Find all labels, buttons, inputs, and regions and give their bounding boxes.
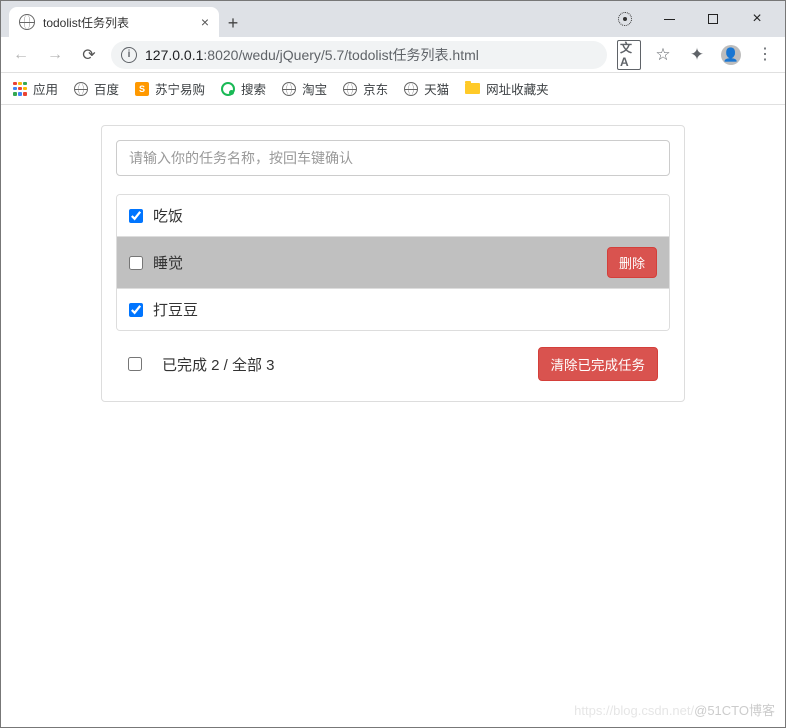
task-checkbox[interactable] xyxy=(129,303,143,317)
globe-icon xyxy=(343,82,357,96)
translate-icon[interactable]: 文A xyxy=(617,43,641,67)
clear-completed-button[interactable]: 清除已完成任务 xyxy=(538,347,659,381)
close-window-button[interactable]: × xyxy=(735,5,779,33)
minimize-button[interactable] xyxy=(647,5,691,33)
close-icon[interactable]: × xyxy=(201,14,209,30)
bookmark-taobao[interactable]: 淘宝 xyxy=(282,79,327,98)
task-label: 打豆豆 xyxy=(153,299,198,320)
browser-titlebar: todolist任务列表 × + × xyxy=(1,1,785,37)
page-content: 吃饭 睡觉 删除 打豆豆 已完成 2 / 全部 3 清除已完成任务 xyxy=(1,105,785,402)
delete-button[interactable]: 删除 xyxy=(607,247,657,278)
bookmark-label: 淘宝 xyxy=(302,79,327,98)
task-label: 睡觉 xyxy=(153,252,183,273)
task-input[interactable] xyxy=(116,140,670,176)
watermark: https://blog.csdn.net/@51CTO博客 xyxy=(574,700,775,719)
extensions-icon[interactable]: ✦ xyxy=(685,43,709,67)
todo-footer: 已完成 2 / 全部 3 清除已完成任务 xyxy=(116,331,670,387)
task-checkbox[interactable] xyxy=(129,209,143,223)
forward-button[interactable]: → xyxy=(43,43,67,67)
bookmark-baidu[interactable]: 百度 xyxy=(74,79,119,98)
folder-icon xyxy=(465,83,480,94)
bookmark-search[interactable]: 搜索 xyxy=(221,79,266,98)
task-label: 吃饭 xyxy=(153,205,183,226)
bookmark-jd[interactable]: 京东 xyxy=(343,79,388,98)
apps-icon xyxy=(13,82,27,96)
bookmarks-bar: 应用 百度 S 苏宁易购 搜索 淘宝 京东 天猫 网址收藏夹 xyxy=(1,73,785,105)
bookmark-label: 百度 xyxy=(94,79,119,98)
bookmark-label: 网址收藏夹 xyxy=(486,79,549,98)
bookmark-folder[interactable]: 网址收藏夹 xyxy=(465,79,549,98)
globe-icon xyxy=(74,82,88,96)
list-item: 吃饭 xyxy=(117,195,669,237)
site-info-icon[interactable]: i xyxy=(121,47,137,63)
apps-shortcut[interactable]: 应用 xyxy=(13,79,58,98)
tab-title: todolist任务列表 xyxy=(43,14,129,31)
qihoo-icon xyxy=(221,82,235,96)
suning-icon: S xyxy=(135,82,149,96)
back-button[interactable]: ← xyxy=(9,43,33,67)
menu-icon[interactable]: ⋮ xyxy=(753,43,777,67)
globe-icon xyxy=(282,82,296,96)
list-item: 打豆豆 xyxy=(117,289,669,330)
url-text: 127.0.0.1:8020/wedu/jQuery/5.7/todolist任… xyxy=(145,45,479,65)
account-indicator-icon[interactable] xyxy=(603,5,647,33)
address-bar[interactable]: i 127.0.0.1:8020/wedu/jQuery/5.7/todolis… xyxy=(111,41,607,69)
bookmark-label: 应用 xyxy=(33,79,58,98)
bookmark-suning[interactable]: S 苏宁易购 xyxy=(135,79,205,98)
reload-button[interactable]: ⟳ xyxy=(77,43,101,67)
todo-panel: 吃饭 睡觉 删除 打豆豆 已完成 2 / 全部 3 清除已完成任务 xyxy=(101,125,685,402)
bookmark-label: 搜索 xyxy=(241,79,266,98)
globe-icon xyxy=(19,14,35,30)
select-all-checkbox[interactable] xyxy=(128,357,142,371)
profile-avatar[interactable]: 👤 xyxy=(719,43,743,67)
task-checkbox[interactable] xyxy=(129,256,143,270)
bookmark-tmall[interactable]: 天猫 xyxy=(404,79,449,98)
bookmark-label: 苏宁易购 xyxy=(155,79,205,98)
bookmark-star-icon[interactable]: ☆ xyxy=(651,43,675,67)
browser-toolbar: ← → ⟳ i 127.0.0.1:8020/wedu/jQuery/5.7/t… xyxy=(1,37,785,73)
footer-status: 已完成 2 / 全部 3 xyxy=(162,354,275,375)
new-tab-button[interactable]: + xyxy=(219,9,247,37)
globe-icon xyxy=(404,82,418,96)
task-list: 吃饭 睡觉 删除 打豆豆 xyxy=(116,194,670,331)
browser-tab[interactable]: todolist任务列表 × xyxy=(9,7,219,37)
list-item: 睡觉 删除 xyxy=(117,237,669,289)
maximize-button[interactable] xyxy=(691,5,735,33)
bookmark-label: 天猫 xyxy=(424,79,449,98)
bookmark-label: 京东 xyxy=(363,79,388,98)
